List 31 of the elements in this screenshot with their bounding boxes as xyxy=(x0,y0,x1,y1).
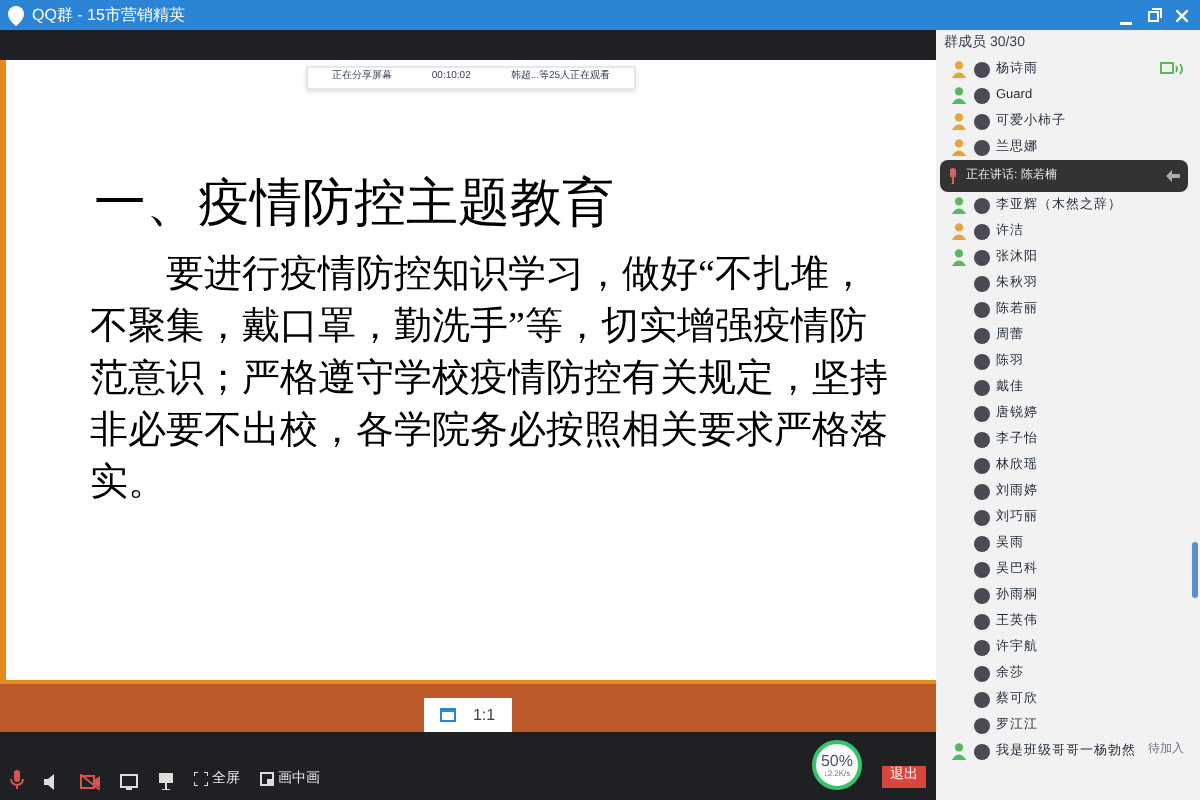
picture-in-picture-icon xyxy=(260,772,274,787)
restore-button[interactable] xyxy=(1144,5,1164,25)
network-percent: 50% xyxy=(820,753,853,769)
person-icon xyxy=(950,60,968,78)
person-icon xyxy=(950,112,968,130)
person-icon xyxy=(950,742,968,760)
window-icon xyxy=(440,708,457,722)
speaker-icon[interactable] xyxy=(44,774,60,790)
camera-icon[interactable] xyxy=(80,774,100,790)
restore-icon xyxy=(1147,8,1161,22)
person-icon xyxy=(950,138,968,156)
screen-share-icon xyxy=(1160,62,1184,76)
microphone-icon[interactable] xyxy=(10,770,24,790)
person-icon xyxy=(950,248,968,266)
minimize-icon xyxy=(1120,21,1132,25)
microphone-icon xyxy=(948,168,958,184)
reply-arrow-icon[interactable] xyxy=(1166,170,1180,182)
window-title: QQ群 - 15市营销精英 xyxy=(32,3,185,27)
slide-heading: 一、疫情防控主题教育 xyxy=(94,171,616,235)
close-button[interactable] xyxy=(1172,5,1192,25)
person-icon xyxy=(950,86,968,104)
location-pin-icon xyxy=(8,5,24,25)
scrollbar[interactable] xyxy=(1192,542,1198,598)
person-icon xyxy=(950,222,968,240)
presenter-icon[interactable] xyxy=(158,772,174,790)
slide-paragraph: 要进行疫情防控知识学习，做好“不扎堆，不聚集，戴口罩，勤洗手”等，切实增强疫情防范意识；严格遵守学校疫情防控有关规定，坚持非必要不出校，各学院务必按照相关要求严格落实。 xyxy=(90,251,890,507)
zoom-ratio-button[interactable]: 1:1 xyxy=(424,698,512,732)
screen-share-icon[interactable] xyxy=(120,774,138,790)
fullscreen-icon xyxy=(194,772,208,787)
person-icon xyxy=(950,196,968,214)
close-icon xyxy=(1176,9,1188,21)
